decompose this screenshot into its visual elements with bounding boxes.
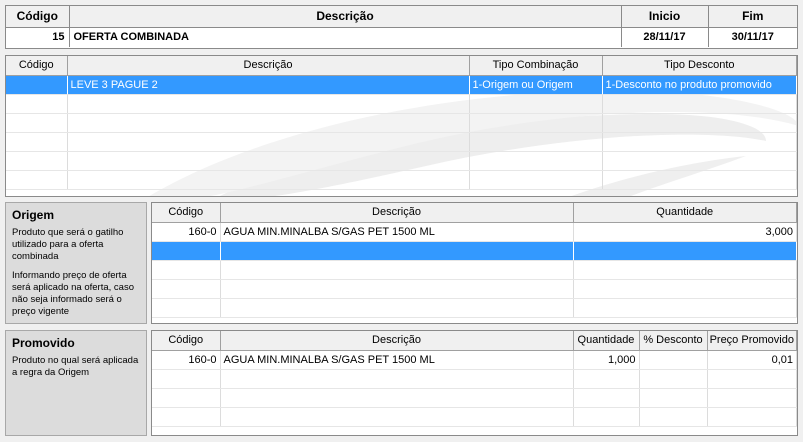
- origem-col-descricao[interactable]: Descrição: [220, 203, 574, 223]
- table-row[interactable]: [6, 132, 797, 152]
- table-row[interactable]: [6, 170, 797, 190]
- promovido-grid[interactable]: Código Descrição Quantidade % Desconto P…: [151, 330, 798, 436]
- origem-help-price: Informando preço de oferta será aplicado…: [12, 270, 134, 317]
- promovido-help: Produto no qual será aplicada a regra da…: [12, 355, 139, 378]
- combo-col-tipo-desconto[interactable]: Tipo Desconto: [602, 56, 797, 76]
- origem-col-codigo[interactable]: Código: [152, 203, 221, 223]
- origem-codigo[interactable]: 160-0: [152, 222, 221, 242]
- promovido-desconto[interactable]: [639, 350, 708, 370]
- combo-tipo-desconto[interactable]: 1-Desconto no produto promovido: [602, 75, 797, 95]
- combination-grid[interactable]: Código Descrição Tipo Combinação Tipo De…: [5, 55, 798, 197]
- promovido-title: Promovido: [12, 336, 75, 350]
- promovido-col-codigo[interactable]: Código: [152, 331, 221, 351]
- table-row[interactable]: [152, 241, 797, 261]
- combo-col-descricao[interactable]: Descrição: [67, 56, 470, 76]
- table-row[interactable]: 160-0 AGUA MIN.MINALBA S/GAS PET 1500 ML…: [152, 222, 797, 242]
- offer-codigo[interactable]: 15: [6, 27, 70, 47]
- origem-help-trigger: Produto que será o gatilho utilizado par…: [12, 227, 124, 262]
- header-col-inicio: Inicio: [621, 6, 709, 28]
- origem-descricao[interactable]: AGUA MIN.MINALBA S/GAS PET 1500 ML: [220, 222, 574, 242]
- header-col-fim: Fim: [708, 6, 797, 28]
- table-row[interactable]: LEVE 3 PAGUE 2 1-Origem ou Origem 1-Desc…: [6, 75, 797, 95]
- table-row[interactable]: [6, 151, 797, 171]
- offer-fim[interactable]: 30/11/17: [708, 27, 797, 47]
- promovido-preco[interactable]: 0,01: [707, 350, 797, 370]
- table-row[interactable]: [152, 369, 797, 389]
- promovido-quantidade[interactable]: 1,000: [573, 350, 640, 370]
- combo-descricao[interactable]: LEVE 3 PAGUE 2: [67, 75, 470, 95]
- combo-codigo[interactable]: [6, 75, 68, 95]
- table-row[interactable]: [6, 113, 797, 133]
- promovido-codigo[interactable]: 160-0: [152, 350, 221, 370]
- promovido-col-descricao[interactable]: Descrição: [220, 331, 574, 351]
- table-row[interactable]: [152, 260, 797, 280]
- combo-col-codigo[interactable]: Código: [6, 56, 68, 76]
- header-col-descricao: Descrição: [69, 6, 622, 28]
- table-row[interactable]: [152, 279, 797, 299]
- promovido-descricao[interactable]: AGUA MIN.MINALBA S/GAS PET 1500 ML: [220, 350, 574, 370]
- table-row[interactable]: 160-0 AGUA MIN.MINALBA S/GAS PET 1500 ML…: [152, 350, 797, 370]
- table-row[interactable]: [6, 94, 797, 114]
- combo-tipo-combinacao[interactable]: 1-Origem ou Origem: [469, 75, 603, 95]
- promovido-col-desconto[interactable]: % Desconto: [639, 331, 708, 351]
- offer-header-grid: Código Descrição Inicio Fim 15 OFERTA CO…: [5, 5, 798, 49]
- origem-grid[interactable]: Código Descrição Quantidade 160-0 AGUA M…: [151, 202, 798, 324]
- table-row[interactable]: [152, 298, 797, 318]
- origem-quantidade[interactable]: 3,000: [573, 222, 797, 242]
- offer-descricao[interactable]: OFERTA COMBINADA: [69, 27, 622, 47]
- header-col-codigo: Código: [6, 6, 70, 28]
- origem-info-panel: Origem Produto que será o gatilho utiliz…: [5, 202, 147, 324]
- combo-col-tipo-combinacao[interactable]: Tipo Combinação: [469, 56, 603, 76]
- offer-header-row[interactable]: 15 OFERTA COMBINADA 28/11/17 30/11/17: [6, 27, 797, 47]
- origem-col-quantidade[interactable]: Quantidade: [573, 203, 797, 223]
- table-row[interactable]: [152, 407, 797, 427]
- promovido-info-panel: Promovido Produto no qual será aplicada …: [5, 330, 147, 436]
- offer-inicio[interactable]: 28/11/17: [621, 27, 709, 47]
- promovido-col-quantidade[interactable]: Quantidade: [573, 331, 640, 351]
- origem-title: Origem: [12, 208, 55, 222]
- promovido-col-preco[interactable]: Preço Promovido: [707, 331, 797, 351]
- table-row[interactable]: [152, 388, 797, 408]
